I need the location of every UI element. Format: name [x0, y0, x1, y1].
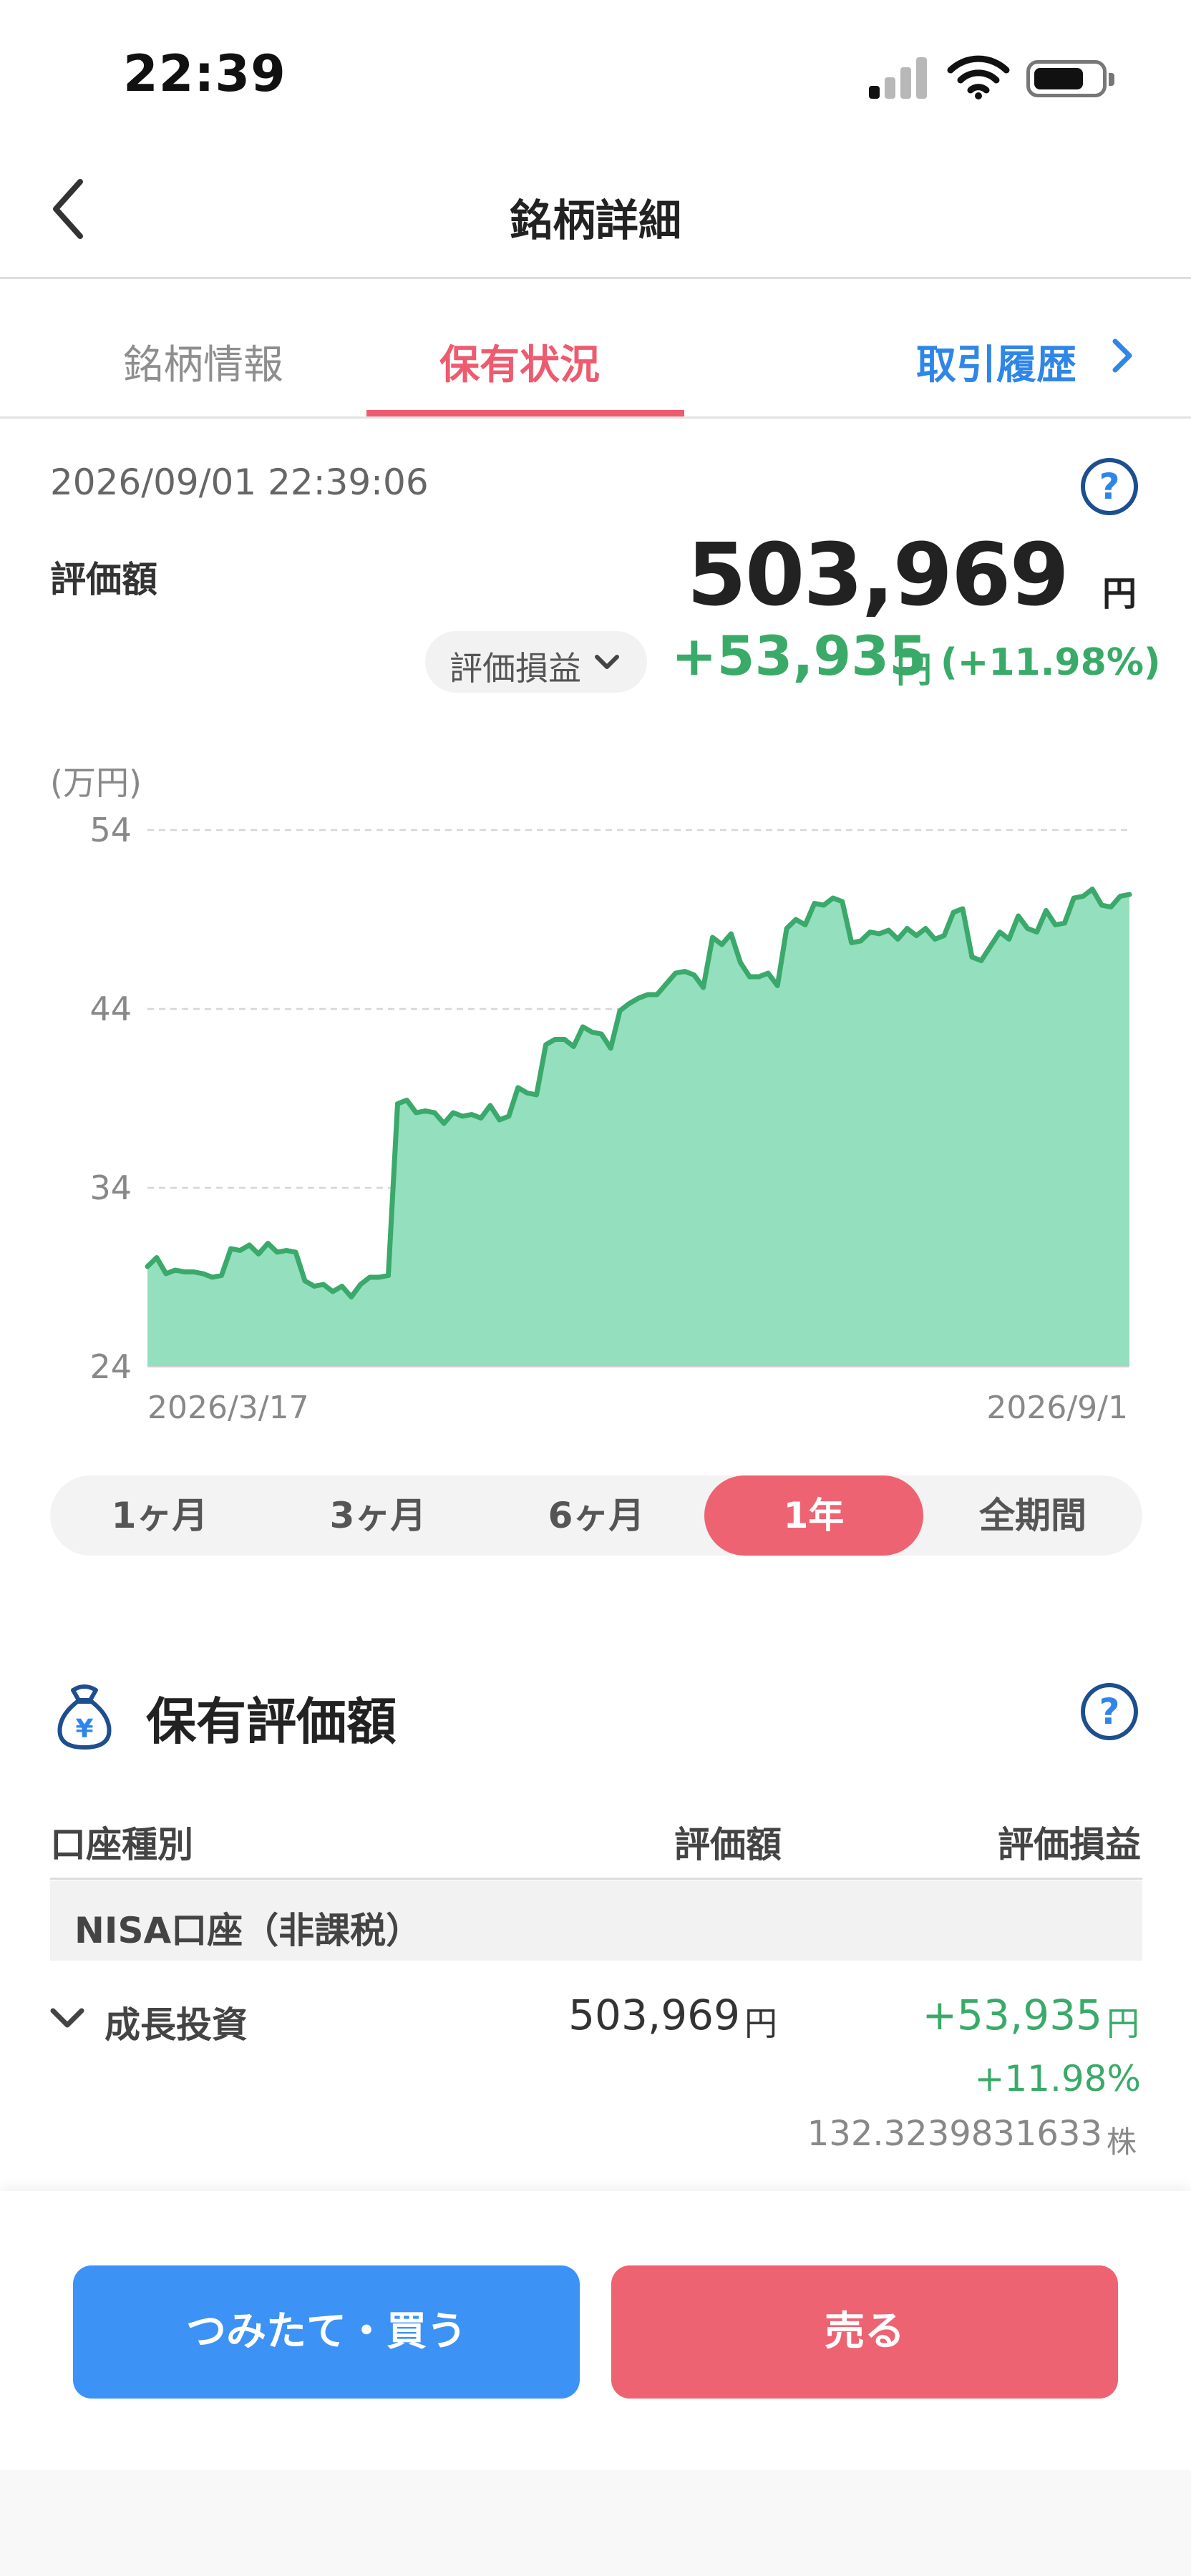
chevron-down-icon	[595, 655, 619, 669]
account-group-header: NISA口座（非課税）	[50, 1880, 1142, 1961]
tab-holding-status[interactable]: 保有状況	[439, 333, 600, 391]
column-header-valuation: 評価額	[674, 1824, 782, 1865]
column-header-pl: 評価損益	[998, 1824, 1141, 1865]
buy-button[interactable]: つみたて・買う	[73, 2265, 580, 2399]
column-header-account-type: 口座種別	[50, 1824, 193, 1865]
section-title: 保有評価額	[146, 1692, 397, 1751]
period-1-month[interactable]: 1ヶ月	[50, 1475, 269, 1556]
help-icon[interactable]: ?	[1081, 1683, 1138, 1740]
y-tick-label: 44	[89, 990, 132, 1028]
x-end-label: 2026/9/1	[986, 1390, 1128, 1426]
action-bar: つみたて・買う 売る	[0, 2191, 1191, 2576]
pl-amount: +53,935	[671, 624, 927, 688]
holding-row-shares: 132.3239831633	[807, 2114, 1102, 2154]
wifi-icon	[947, 55, 1010, 99]
valuation-value: 503,969	[686, 526, 1069, 625]
svg-text:¥: ¥	[75, 1714, 93, 1744]
valuation-label: 評価額	[50, 559, 157, 600]
status-time: 22:39	[123, 44, 286, 103]
tab-bar: 銘柄情報 保有状況 取引履歴	[0, 281, 1191, 419]
chart-unit-label: (万円)	[50, 763, 142, 802]
home-indicator-area	[0, 2470, 1191, 2576]
holding-row-shares-unit: 株	[1107, 2124, 1137, 2160]
period-3-months[interactable]: 3ヶ月	[268, 1475, 487, 1556]
tab-trade-history[interactable]: 取引履歴	[916, 333, 1076, 391]
account-label: NISA口座（非課税）	[74, 1910, 422, 1951]
help-icon[interactable]: ?	[1081, 458, 1138, 515]
period-all[interactable]: 全期間	[923, 1475, 1142, 1556]
cellular-signal-icon	[869, 57, 929, 99]
valuation-chart: (万円) 54 44 34 24 2026/3/17 2026/9/1	[0, 751, 1191, 1438]
chevron-down-icon[interactable]	[47, 2004, 87, 2035]
y-tick-label: 54	[89, 811, 132, 849]
y-tick-label: 34	[89, 1169, 132, 1207]
pl-selector-label: 評価損益	[449, 649, 581, 688]
sell-button[interactable]: 売る	[611, 2265, 1118, 2399]
x-start-label: 2026/3/17	[147, 1390, 309, 1426]
period-6-months[interactable]: 6ヶ月	[487, 1475, 706, 1556]
page-title: 銘柄詳細	[510, 196, 681, 246]
tab-active-indicator	[366, 410, 684, 416]
chart-svg: (万円) 54 44 34 24 2026/3/17 2026/9/1	[50, 763, 1132, 1426]
period-selector: 1ヶ月 3ヶ月 6ヶ月 1年 全期間	[50, 1475, 1142, 1556]
pl-percent: (+11.98%)	[940, 641, 1161, 684]
timestamp: 2026/09/01 22:39:06	[50, 462, 429, 503]
header: 銘柄詳細	[0, 143, 1191, 279]
divider	[50, 1878, 1142, 1880]
status-bar: 22:39	[0, 0, 1191, 143]
pl-unit: 円	[896, 649, 932, 691]
pl-selector-dropdown[interactable]: 評価損益	[425, 631, 647, 693]
holding-row-valuation-unit: 円	[744, 2004, 777, 2043]
holding-row-pl-percent: +11.98%	[974, 2058, 1141, 2099]
holding-row-pl-unit: 円	[1107, 2004, 1139, 2043]
money-bag-icon: ¥	[57, 1684, 112, 1750]
holding-row-name[interactable]: 成長投資	[104, 1996, 248, 2048]
tab-stock-info[interactable]: 銘柄情報	[123, 333, 283, 391]
chevron-right-icon[interactable]	[1108, 334, 1137, 377]
holding-row-pl: +53,935	[922, 1991, 1102, 2039]
period-1-year[interactable]: 1年	[704, 1475, 923, 1556]
holding-row-valuation: 503,969	[568, 1991, 740, 2039]
y-tick-label: 24	[89, 1347, 132, 1386]
battery-icon	[1026, 60, 1114, 97]
valuation-unit: 円	[1102, 574, 1137, 614]
